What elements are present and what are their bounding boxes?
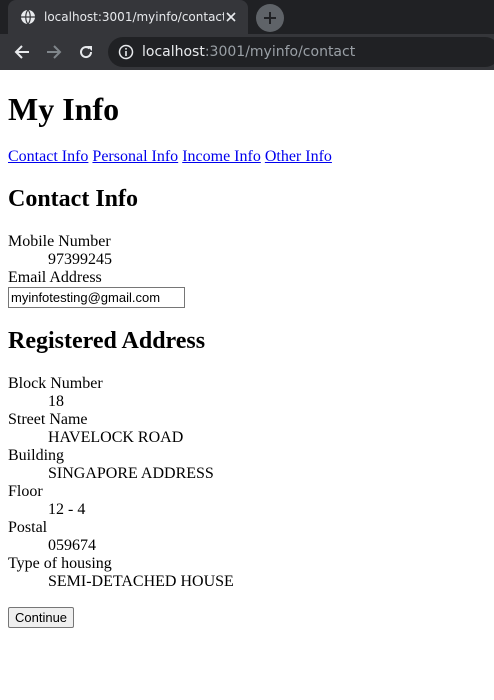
email-address-input[interactable] xyxy=(8,287,185,308)
page-title: My Info xyxy=(8,91,120,127)
url-host: localhost xyxy=(142,44,205,60)
nav-link-contact-info[interactable]: Contact Info xyxy=(8,148,88,165)
registered-address-list: Block Number 18 Street Name HAVELOCK ROA… xyxy=(8,375,486,591)
arrow-left-icon xyxy=(14,45,29,59)
street-name-label: Street Name xyxy=(8,411,88,428)
postal-label: Postal xyxy=(8,519,48,536)
contact-info-heading: Contact Info xyxy=(8,186,138,212)
plus-icon xyxy=(264,12,276,24)
section-nav: Contact Info Personal Info Income Info O… xyxy=(8,148,486,166)
info-icon[interactable] xyxy=(118,44,134,60)
url-text: localhost:3001/myinfo/contact xyxy=(142,44,355,60)
globe-icon xyxy=(21,9,35,25)
building-value: SINGAPORE ADDRESS xyxy=(48,465,214,482)
browser-chrome: localhost:3001/myinfo/contact localhost:… xyxy=(0,0,494,70)
url-path: :3001/myinfo/contact xyxy=(204,44,356,60)
nav-link-income-info[interactable]: Income Info xyxy=(182,148,261,165)
browser-tab[interactable]: localhost:3001/myinfo/contact xyxy=(8,0,248,34)
address-bar[interactable]: localhost:3001/myinfo/contact xyxy=(108,37,494,67)
mobile-number-value: 97399245 xyxy=(48,251,112,268)
email-address-cell xyxy=(8,287,486,308)
continue-button[interactable]: Continue xyxy=(8,607,75,628)
postal-value: 059674 xyxy=(48,537,96,554)
forward-button[interactable] xyxy=(38,34,70,70)
street-name-value: HAVELOCK ROAD xyxy=(48,429,184,446)
back-button[interactable] xyxy=(6,34,38,70)
close-icon[interactable] xyxy=(224,10,238,24)
reload-icon xyxy=(80,46,93,59)
tab-title: localhost:3001/myinfo/contact xyxy=(44,10,224,24)
tab-strip: localhost:3001/myinfo/contact xyxy=(0,0,494,34)
housing-type-value: SEMI-DETACHED HOUSE xyxy=(48,573,234,590)
browser-toolbar: localhost:3001/myinfo/contact xyxy=(0,34,494,70)
contact-info-list: Mobile Number 97399245 Email Address xyxy=(8,233,486,308)
building-label: Building xyxy=(8,447,65,464)
block-number-value: 18 xyxy=(48,393,64,410)
nav-link-personal-info[interactable]: Personal Info xyxy=(92,148,178,165)
housing-type-label: Type of housing xyxy=(8,555,112,572)
page-content: My Info Contact Info Personal Info Incom… xyxy=(0,91,494,628)
arrow-right-icon xyxy=(47,45,62,59)
reload-button[interactable] xyxy=(70,34,102,70)
floor-label: Floor xyxy=(8,483,43,500)
new-tab-button[interactable] xyxy=(256,4,284,32)
nav-link-other-info[interactable]: Other Info xyxy=(265,148,332,165)
block-number-label: Block Number xyxy=(8,375,103,392)
mobile-number-label: Mobile Number xyxy=(8,233,111,250)
registered-address-heading: Registered Address xyxy=(8,328,206,354)
floor-value: 12 - 4 xyxy=(48,501,86,518)
email-address-label: Email Address xyxy=(8,269,102,286)
